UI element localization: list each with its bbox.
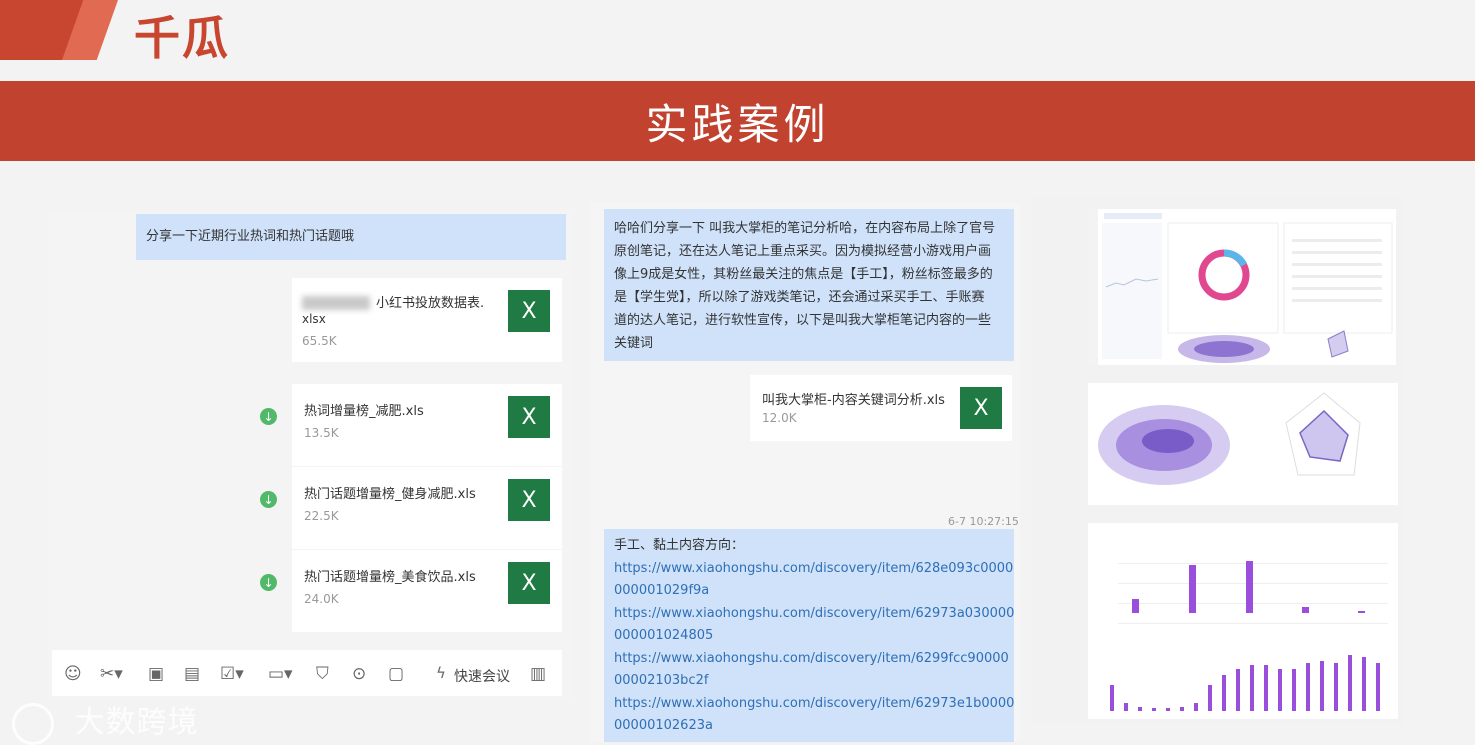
banner-title: 实践案例 (645, 99, 830, 149)
link-line[interactable]: https://www.xiaohongshu.com/discovery/it… (614, 603, 1014, 626)
message-line: 关键词 (614, 336, 654, 351)
file-size: 24.0K (304, 592, 339, 606)
message-line: 哈哈们分享一下 叫我大掌柜的笔记分析哈，在内容布局上除了官号 (614, 221, 996, 236)
excel-icon: X (508, 290, 550, 332)
file-card[interactable]: 热词增量榜_减肥.xls 13.5K X (292, 384, 562, 466)
scissors-icon[interactable]: ✂▾ (100, 664, 123, 684)
file-card[interactable]: 热门话题增量榜_美食饮品.xls 24.0K X (292, 550, 562, 632)
chat-panel-files: 分享一下近期行业热词和热门话题哦 小红书投放数据表. xlsx 65.5K X … (48, 210, 570, 700)
bar-thumbnail (1110, 561, 1388, 711)
message-line: 道的达人笔记，进行软性宣传，以下是叫我大掌柜笔记内容的一些 (614, 313, 992, 328)
chat-panel-analysis: 哈哈们分享一下 叫我大掌柜的笔记分析哈，在内容布局上除了官号 原创笔记，还在达人… (590, 203, 1020, 742)
folder-icon[interactable]: ▭▾ (268, 664, 293, 684)
link-line[interactable]: https://www.xiaohongshu.com/discovery/it… (614, 693, 1014, 716)
file-card[interactable]: 热门话题增量榜_健身减肥.xls 22.5K X (292, 467, 562, 549)
document-icon[interactable]: ▤ (184, 664, 200, 684)
message-timestamp: 6-7 10:27:15 (948, 515, 1019, 528)
download-icon[interactable]: ↓ (260, 574, 277, 591)
chat-input-toolbar: ☺ ✂▾ ▣ ▤ ☑▾ ▭▾ ⛉ ⊙ ▢ ϟ 快速会议 ▥ (52, 650, 562, 696)
excel-icon: X (508, 396, 550, 438)
excel-icon: X (960, 387, 1002, 429)
shield-icon[interactable]: ⛉ (316, 664, 329, 684)
link-line[interactable]: 00002103bc2f (614, 670, 1004, 693)
more-icon[interactable]: ⊙ (352, 664, 366, 684)
link-line[interactable]: https://www.xiaohongshu.com/discovery/it… (614, 558, 1013, 581)
file-name: 小红书投放数据表. (376, 296, 485, 311)
message-line: 是【学生党】，所以除了游戏类笔记，还会通过采买手工、手账赛 (614, 290, 985, 305)
file-size: 22.5K (304, 509, 339, 523)
section-banner: 实践案例 (0, 81, 1475, 161)
watermark-logo: 大数跨境 (12, 697, 199, 745)
file-name: 热词增量榜_减肥.xls (304, 404, 424, 419)
excel-icon: X (508, 562, 550, 604)
download-icon[interactable]: ↓ (260, 491, 277, 508)
link-line[interactable]: 000001024805 (614, 625, 1004, 648)
watermark-text: 大数跨境 (74, 705, 199, 740)
link-line[interactable]: 000001029f9a (614, 580, 1004, 603)
link-line[interactable]: 00000102623a (614, 715, 1004, 738)
dashboard-overview-screenshot (1088, 209, 1396, 365)
blurred-text (302, 296, 370, 310)
bar-charts-screenshot (1088, 523, 1398, 719)
file-card[interactable]: 叫我大掌柜-内容关键词分析.xls 12.0K X (750, 375, 1012, 441)
dashboard-screenshots (1032, 197, 1404, 725)
checkbox-icon[interactable]: ☑▾ (220, 664, 244, 684)
quick-meeting-button[interactable]: 快速会议 (454, 666, 510, 686)
brand-name: 千瓜 (134, 11, 230, 65)
wordcloud-radar-screenshot (1088, 383, 1398, 505)
file-extension: xlsx (302, 312, 326, 326)
file-size: 65.5K (302, 334, 337, 348)
watermark-icon (12, 702, 54, 745)
links-heading: 手工、黏土内容方向： (614, 538, 745, 553)
emoji-icon[interactable]: ☺ (64, 664, 82, 684)
lightning-icon[interactable]: ϟ (436, 664, 446, 682)
file-name: 热门话题增量榜_美食饮品.xls (304, 570, 476, 585)
overview-thumbnail (1088, 209, 1393, 365)
file-name: 热门话题增量榜_健身减肥.xls (304, 487, 476, 502)
chat-bubble-icon[interactable]: ▢ (388, 664, 404, 684)
message-line: 原创笔记，还在达人笔记上重点采买。因为模拟经营小游戏用户画 (614, 244, 992, 259)
excel-icon: X (508, 479, 550, 521)
chat-message: 分享一下近期行业热词和热门话题哦 (136, 214, 566, 260)
file-name: 叫我大掌柜-内容关键词分析.xls (762, 393, 945, 408)
link-line[interactable]: https://www.xiaohongshu.com/discovery/it… (614, 648, 1009, 671)
sidebar-toggle-icon[interactable]: ▥ (530, 664, 546, 684)
wordcloud-thumbnail (1098, 392, 1361, 485)
message-line: 像上9成是女性，其粉丝最关注的焦点是【手工】，粉丝标签最多的 (614, 267, 993, 282)
file-size: 13.5K (304, 426, 339, 440)
analysis-message: 哈哈们分享一下 叫我大掌柜的笔记分析哈，在内容布局上除了官号 原创笔记，还在达人… (604, 209, 1014, 361)
links-message: 手工、黏土内容方向： https://www.xiaohongshu.com/d… (604, 529, 1014, 742)
download-icon[interactable]: ↓ (260, 408, 277, 425)
image-icon[interactable]: ▣ (148, 664, 164, 684)
file-card[interactable]: 小红书投放数据表. xlsx 65.5K X (292, 278, 562, 362)
file-size: 12.0K (762, 411, 797, 425)
